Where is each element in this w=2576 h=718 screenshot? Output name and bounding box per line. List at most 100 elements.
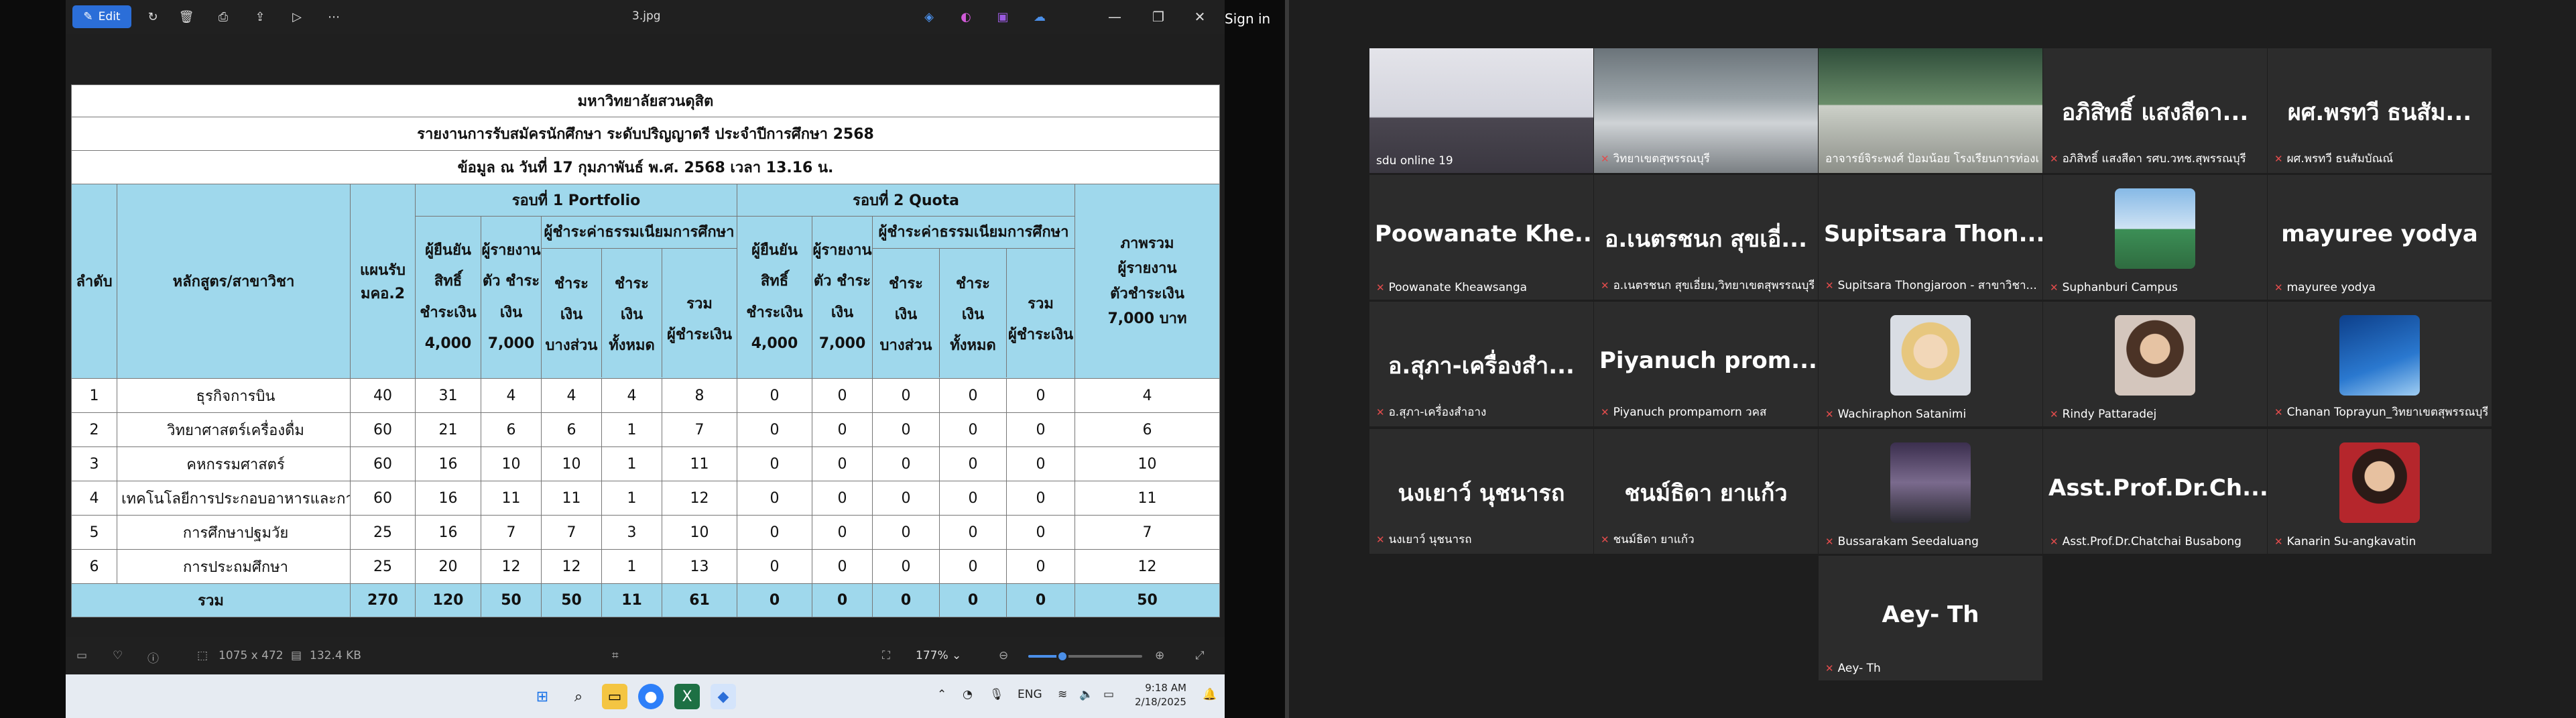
filmstrip-icon[interactable]: ▭ [76, 649, 87, 662]
participant-tile[interactable]: ✕ Chanan Toprayun_วิทยาเขตสุพรรณบุรี [2268, 302, 2492, 426]
search-icon[interactable]: ⌕ [566, 684, 591, 709]
participant-tile[interactable]: Supitsara Thon... ✕ Supitsara Thongjaroon … [1819, 175, 2042, 300]
participant-name: นงเยาว์ นุชนารถ [1398, 480, 1565, 507]
participant-label: ✕ นงเยาว์ นุชนารถ [1376, 533, 1472, 546]
participant-tile[interactable]: mayuree yodya ✕ mayuree yodya [2268, 175, 2492, 300]
participant-tile[interactable]: sdu online 19 [1369, 48, 1593, 173]
print-icon[interactable]: ⎙ [210, 5, 237, 28]
fit-icon[interactable]: ⛶ [882, 649, 890, 662]
header-report-r1: ผู้รายงาน ตัว ชำระ เงิน 7,000 [481, 216, 542, 379]
notification-icon[interactable]: 🔔 [1203, 688, 1217, 701]
slideshow-icon[interactable]: ▷ [284, 5, 310, 28]
participant-tile[interactable]: ผศ.พรทวี ธนสัม... ✕ ผศ.พรทวี ธนสัมบัณณ์ [2268, 48, 2492, 173]
participant-tile[interactable]: ✕ Rindy Pattaradej [2043, 302, 2267, 426]
windows-start-icon[interactable]: ⊞ [530, 684, 555, 709]
excel-icon[interactable]: X [674, 684, 700, 709]
trash-icon[interactable]: 🗑 [173, 5, 200, 28]
header-no: ลำดับ [71, 184, 117, 379]
volume-icon[interactable]: 🔈 [1079, 688, 1093, 701]
participant-label: ✕ Asst.Prof.Dr.Chatchai Busabong [2050, 535, 2242, 548]
participant-tile[interactable]: อ.สุภา-เครื่องสำ... ✕ อ.สุภา-เครื่องสำอาง [1369, 302, 1593, 426]
tray-chevron-icon[interactable]: ⌃ [937, 688, 946, 701]
edit-label: Edit [98, 10, 121, 23]
crop-icon[interactable]: ⌗ [612, 649, 619, 662]
participant-tile[interactable]: Poowanate Khe... ✕ Poowanate Kheawsanga [1369, 175, 1593, 300]
mic-muted-icon: ✕ [1825, 408, 1834, 420]
clipchamp-icon[interactable]: ◐ [953, 5, 979, 28]
participant-name: ผศ.พรทวี ธนสัม... [2287, 99, 2472, 126]
participant-label: ✕ Bussarakam Seedaluang [1825, 535, 1979, 548]
participant-tile[interactable]: อภิสิทธิ์ แสงสีดา... ✕ อภิสิทธิ์ แสงสีดา ร… [2043, 48, 2267, 173]
participant-tile[interactable]: ✕ Wachiraphon Satanimi [1819, 302, 2042, 426]
maximize-button[interactable]: ❐ [1145, 5, 1172, 28]
participant-tile[interactable]: Asst.Prof.Dr.Ch... ✕ Asst.Prof.Dr.Chatchai… [2043, 429, 2267, 554]
zoom-select[interactable]: 177% ⌄ [916, 649, 961, 662]
participant-tile[interactable]: ✕ Suphanburi Campus [2043, 175, 2267, 300]
close-button[interactable]: ✕ [1186, 5, 1213, 28]
doc-date-line: ข้อมูล ณ วันที่ 17 กุมภาพันธ์ พ.ศ. 2568 … [71, 150, 1220, 184]
participant-label: ✕ อ.สุภา-เครื่องสำอาง [1376, 406, 1487, 419]
file-explorer-icon[interactable]: ▭ [602, 684, 627, 709]
photos-app-icon[interactable]: ◆ [711, 684, 736, 709]
participant-tile[interactable]: Aey- Th ✕ Aey- Th [1819, 556, 2042, 680]
document-image: มหาวิทยาลัยสวนดุสิต รายงานการรับสมัครนัก… [71, 84, 1220, 617]
participant-name: Aey- Th [1882, 601, 1979, 628]
minimize-button[interactable]: — [1101, 5, 1128, 28]
info-icon[interactable]: ⓘ [147, 649, 159, 666]
header-round1: รอบที่ 1 Portfolio [415, 184, 737, 217]
participant-avatar [2339, 315, 2420, 396]
more-icon[interactable]: ⋯ [320, 5, 347, 28]
sign-in-button[interactable]: Sign in [1225, 11, 1285, 38]
participant-label: ✕ Kanarin Su-angkavatin [2274, 535, 2416, 548]
designer-icon[interactable]: ◈ [916, 5, 942, 28]
participant-label: ✕ Piyanuch prompamorn วคส [1601, 406, 1767, 419]
cloud-off-icon[interactable]: ☁ [1026, 5, 1053, 28]
zoom-slider[interactable] [1028, 650, 1142, 662]
rotate-icon[interactable]: ↻ [139, 5, 166, 28]
language-indicator[interactable]: ENG [1018, 688, 1042, 701]
mic-muted-icon: ✕ [2274, 153, 2283, 165]
edit-button[interactable]: ✎ Edit [72, 5, 131, 28]
participant-tile[interactable]: อาจารย์จิระพงศ์ ป้อมน้อย โรงเรียนการท่อง… [1819, 48, 2042, 173]
fullscreen-icon[interactable]: ⤢ [1195, 649, 1205, 662]
table-row: 5 การศึกษาปฐมวัย 25 16 7 7 3 10 0 0 0 0 0 7 [71, 515, 1220, 550]
mic-muted-icon: ✕ [1601, 280, 1609, 292]
title-bar: ✎ Edit ↻ 🗑 ⎙ ⇪ ▷ ⋯ 3.jpg ◈ ◐ ▣ ☁ — ❐ ✕ [66, 0, 1225, 34]
share-icon[interactable]: ⇪ [247, 5, 273, 28]
participant-label: ✕ อ.เนตรชนก สุขเอี่ยม,วิทยาเขตสุพรรณบุรี [1601, 279, 1814, 292]
participant-avatar [1890, 315, 1971, 396]
mic-muted-icon: ✕ [1601, 406, 1609, 418]
participant-tile[interactable]: ✕ วิทยาเขตสุพรรณบุรี [1594, 48, 1818, 173]
participant-label: ✕ Aey- Th [1825, 662, 1881, 675]
mic-muted-icon: ✕ [2050, 408, 2059, 420]
mic-muted-icon: ✕ [1376, 534, 1385, 546]
favorite-icon[interactable]: ♡ [113, 649, 123, 662]
participant-tile[interactable]: ✕ Bussarakam Seedaluang [1819, 429, 2042, 554]
participant-tile[interactable]: ชนม์ธิดา ยาแก้ว ✕ ชนม์ธิดา ยาแก้ว [1594, 429, 1818, 554]
zoom-app-icon[interactable]: ● [638, 684, 664, 709]
header-program: หลักสูตร/สาขาวิชา [117, 184, 351, 379]
zoom-in-icon[interactable]: ⊕ [1155, 649, 1164, 662]
header-plan: แผนรับ มคอ.2 [350, 184, 416, 379]
mic-muted-icon: ✕ [1601, 534, 1609, 546]
participant-tile[interactable]: นงเยาว์ นุชนารถ ✕ นงเยาว์ นุชนารถ [1369, 429, 1593, 554]
clock[interactable]: 9:18 AM 2/18/2025 [1135, 681, 1186, 709]
tray-app-icon[interactable]: ◔ [963, 688, 973, 701]
participant-name: Piyanuch prom... [1599, 347, 1817, 374]
table-row: 4 เทคโนโลยีการประกอบอาหารและการบ 60 16 11 11 1… [71, 481, 1220, 516]
wifi-icon[interactable]: ≋ [1058, 688, 1067, 701]
mic-muted-icon: ✕ [2274, 282, 2283, 294]
gallery-icon[interactable]: ▣ [989, 5, 1016, 28]
microphone-icon[interactable]: 🎙 [989, 688, 1004, 701]
participant-label: ✕ Poowanate Kheawsanga [1376, 281, 1528, 294]
participant-tile[interactable]: อ.เนตรชนก สุขเอี่... ✕ อ.เนตรชนก สุขเอี่ยม… [1594, 175, 1818, 300]
filesize-text: 132.4 KB [310, 649, 361, 662]
participant-tile[interactable]: ✕ Kanarin Su-angkavatin [2268, 429, 2492, 554]
participant-label: ✕ Supitsara Thongjaroon - สาขาวิชา... [1825, 279, 2037, 292]
doc-subtitle: รายงานการรับสมัครนักศึกษา ระดับปริญญาตรี… [71, 117, 1220, 151]
battery-icon[interactable]: ▭ [1103, 688, 1114, 701]
filesize-icon: ▤ [291, 649, 302, 662]
participant-label: ✕ Rindy Pattaradej [2050, 408, 2157, 421]
participant-tile[interactable]: Piyanuch prom... ✕ Piyanuch prompamorn วคส [1594, 302, 1818, 426]
zoom-out-icon[interactable]: ⊖ [999, 649, 1008, 662]
